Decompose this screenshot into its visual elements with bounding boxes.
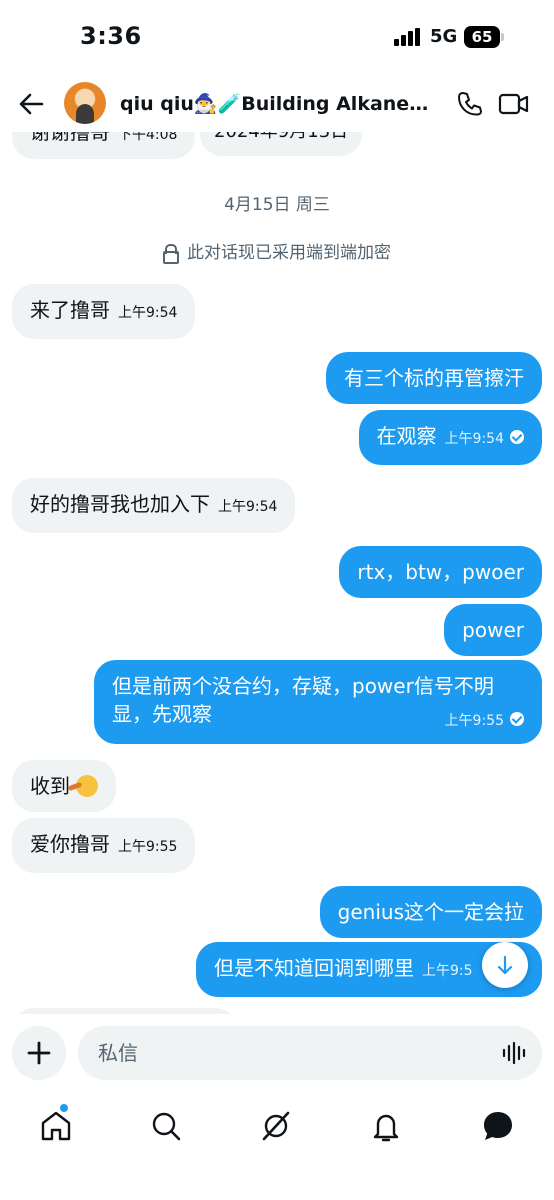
notifications-icon: [373, 1114, 399, 1142]
network-label: 5G: [430, 26, 458, 47]
message-list[interactable]: 谢谢撸哥下午4:08 2024年9月13日 4月15日 周三 此对话现已采用端到…: [0, 132, 554, 1014]
battery-tip: [501, 33, 504, 41]
message-input[interactable]: [78, 1026, 542, 1080]
waveform-icon: [502, 1041, 526, 1065]
search-icon: [152, 1112, 181, 1141]
message-text: 来了撸哥: [30, 298, 110, 322]
message-bubble-outgoing[interactable]: 有三个标的再管擦汗: [326, 352, 542, 404]
voice-call-button[interactable]: [456, 90, 484, 118]
message-bubble-incoming[interactable]: 收到: [12, 760, 117, 812]
message-text: 但是不知道回调到哪里: [214, 956, 414, 980]
nav-home-button[interactable]: [36, 1106, 76, 1146]
lock-icon: [163, 244, 179, 264]
add-media-button[interactable]: [12, 1026, 66, 1080]
message-bubble-incoming[interactable]: 爱你撸哥 上午9:55: [12, 818, 196, 873]
message-text-line2: 显，先观察: [112, 702, 212, 726]
message-bubble-incoming[interactable]: 好的撸哥我也加入下 上午9:54: [12, 478, 296, 533]
message-time: 上午9:55: [118, 839, 178, 855]
message-bubble-outgoing[interactable]: 但是前两个没合约，存疑，power信号不明 显，先观察 上午9:55: [94, 660, 542, 744]
composer: [0, 1020, 554, 1090]
message-bubble-incoming[interactable]: 来了撸哥 上午9:54: [12, 284, 196, 339]
message-text: 有三个标的再管擦汗: [344, 366, 524, 390]
home-notification-dot: [60, 1104, 68, 1112]
video-call-button[interactable]: [498, 90, 530, 118]
message-time: 下午4:08: [118, 132, 178, 143]
encryption-text: 此对话现已采用端到端加密: [187, 243, 391, 263]
encryption-notice: 此对话现已采用端到端加密: [0, 238, 554, 264]
conversation-title[interactable]: qiu qiu🧙‍♂️🧪Building Alkanes…: [120, 92, 430, 115]
date-chip-text: 2024年9月13日: [214, 132, 348, 142]
arrow-down-icon: [497, 955, 513, 975]
messages-icon: [484, 1112, 512, 1140]
voice-message-button[interactable]: [502, 1041, 528, 1065]
back-button[interactable]: [14, 86, 50, 122]
message-text: 谢谢撸哥: [30, 132, 110, 144]
nav-messages-button[interactable]: [478, 1106, 518, 1146]
video-camera-icon: [498, 93, 529, 115]
date-divider: 4月15日 周三: [224, 195, 330, 215]
message-bubble-incoming[interactable]: 谢谢撸哥 下午4:08: [12, 132, 196, 159]
message-bubble-outgoing[interactable]: 在观察 上午9:54: [358, 410, 542, 465]
message-text: rtx，btw，pwoer: [357, 560, 524, 584]
read-check-icon: [510, 712, 524, 726]
home-icon: [41, 1111, 71, 1141]
nav-notifications-button[interactable]: [366, 1106, 406, 1146]
nav-search-button[interactable]: [146, 1106, 186, 1146]
message-text-line1: 但是前两个没合约，存疑，power信号不明: [112, 674, 494, 698]
conversation-header: qiu qiu🧙‍♂️🧪Building Alkanes…: [0, 76, 554, 132]
message-time: 上午9:55: [444, 713, 504, 729]
message-bubble-outgoing[interactable]: power: [444, 604, 542, 656]
bottom-navigation: [0, 1094, 554, 1200]
scroll-to-bottom-button[interactable]: [482, 942, 528, 988]
date-chip: 2024年9月13日: [200, 132, 363, 156]
avatar[interactable]: [64, 82, 106, 124]
plus-icon: [27, 1041, 51, 1065]
message-bubble-outgoing[interactable]: genius这个一定会拉: [319, 886, 542, 938]
status-bar: 3:36 5G 65: [0, 0, 554, 76]
back-arrow-icon: [19, 93, 44, 115]
message-time: 上午9:54: [444, 431, 504, 447]
message-text: 收到: [30, 774, 70, 798]
phone-icon: [458, 92, 482, 116]
message-text: power: [462, 618, 524, 642]
status-time: 3:36: [80, 22, 142, 50]
battery-icon: 65: [464, 26, 500, 48]
message-text: 爱你撸哥: [30, 832, 110, 856]
message-time: 上午9:54: [218, 499, 278, 515]
message-bubble-incoming-partial[interactable]: [12, 1008, 238, 1014]
message-time: 上午9:5: [422, 963, 473, 979]
grok-icon: [262, 1111, 290, 1141]
saluting-face-emoji-icon: [76, 775, 99, 797]
signal-icon: [394, 28, 422, 46]
message-text: genius这个一定会拉: [337, 900, 524, 924]
message-bubble-outgoing[interactable]: rtx，btw，pwoer: [339, 546, 542, 598]
read-check-icon: [510, 430, 524, 444]
message-text: 好的撸哥我也加入下: [30, 492, 210, 516]
message-text: 在观察: [376, 424, 437, 448]
message-time: 上午9:54: [118, 305, 178, 321]
nav-grok-button[interactable]: [256, 1106, 296, 1146]
